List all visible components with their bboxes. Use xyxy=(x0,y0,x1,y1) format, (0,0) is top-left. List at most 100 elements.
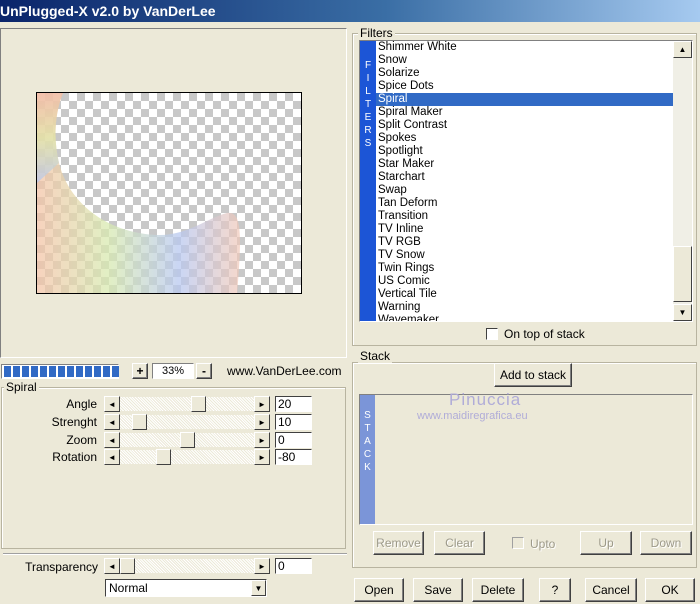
transparency-slider-track[interactable] xyxy=(120,558,254,574)
on-top-label[interactable]: On top of stack xyxy=(504,327,585,341)
ok-button[interactable]: OK xyxy=(645,578,695,602)
transparency-left-arrow-icon[interactable]: ◄ xyxy=(104,558,120,574)
open-button[interactable]: Open xyxy=(354,578,404,602)
filter-list-item[interactable]: Swap xyxy=(376,184,673,197)
rotation-left-arrow-icon[interactable]: ◄ xyxy=(104,449,120,465)
angle-right-arrow-icon[interactable]: ► xyxy=(254,396,270,412)
strenght-right-arrow-icon[interactable]: ► xyxy=(254,414,270,430)
filter-list-item[interactable]: Spice Dots xyxy=(376,80,673,93)
strenght-left-arrow-icon[interactable]: ◄ xyxy=(104,414,120,430)
zoom-plus-button[interactable]: + xyxy=(132,363,148,379)
filter-list-item[interactable]: Twin Rings xyxy=(376,262,673,275)
strenght-slider-track[interactable] xyxy=(120,414,254,430)
angle-slider-track[interactable] xyxy=(120,396,254,412)
filters-vertical-letter: S xyxy=(364,138,372,149)
filter-list-item[interactable]: Warning xyxy=(376,301,673,314)
progress-segment xyxy=(103,366,110,377)
save-button[interactable]: Save xyxy=(413,578,463,602)
transparency-value[interactable]: 0 xyxy=(275,558,312,574)
up-label: Up xyxy=(598,536,614,550)
zoom-slider-track[interactable] xyxy=(120,432,254,448)
watermark-url: www.maidiregrafica.eu xyxy=(417,410,528,422)
filter-list-item[interactable]: Spotlight xyxy=(376,145,673,158)
zoom-slider-thumb[interactable] xyxy=(180,432,195,448)
delete-button[interactable]: Delete xyxy=(472,578,524,602)
zoom-field[interactable]: 33% xyxy=(152,363,194,379)
filter-list-item[interactable]: Vertical Tile xyxy=(376,288,673,301)
stack-group-label: Stack xyxy=(358,349,393,363)
delete-label: Delete xyxy=(480,583,516,597)
filter-list-item[interactable]: Spokes xyxy=(376,132,673,145)
cancel-label: Cancel xyxy=(592,583,630,597)
zoom-right-arrow-icon[interactable]: ► xyxy=(254,432,270,448)
stack-vertical-letter: K xyxy=(364,462,371,473)
filters-list[interactable]: Shimmer White Snow Solarize Spice Dots Spira… xyxy=(376,41,673,321)
upto-label: Upto xyxy=(530,537,556,551)
transparency-label: Transparency xyxy=(25,560,98,574)
progress-fill xyxy=(4,366,119,380)
blend-mode-select[interactable]: Normal ▼ xyxy=(105,579,267,597)
website-link[interactable]: www.VanDerLee.com xyxy=(227,364,342,378)
filter-list-item[interactable]: TV RGB xyxy=(376,236,673,249)
progress-segment xyxy=(58,366,65,377)
down-button[interactable]: Down xyxy=(640,531,692,555)
zoom-value-field[interactable]: 0 xyxy=(275,432,312,448)
filter-list-item[interactable]: Spiral xyxy=(376,93,673,106)
remove-button[interactable]: Remove xyxy=(373,531,424,555)
filter-list-item[interactable]: Snow xyxy=(376,54,673,67)
scroll-up-icon[interactable]: ▲ xyxy=(673,41,692,58)
filters-vertical-label: FILTERS xyxy=(360,59,376,150)
transparency-slider-thumb[interactable] xyxy=(120,558,135,574)
down-label: Down xyxy=(650,536,682,550)
watermark-title: Pinuccia xyxy=(449,390,522,409)
transparency-right-arrow-icon[interactable]: ► xyxy=(254,558,270,574)
scroll-thumb[interactable] xyxy=(673,246,692,302)
filter-list-item[interactable]: TV Inline xyxy=(376,223,673,236)
add-to-stack-label: Add to stack xyxy=(499,368,567,382)
upto-checkbox[interactable] xyxy=(512,537,524,549)
filter-list-item[interactable]: US Comic xyxy=(376,275,673,288)
filter-list-item[interactable]: Transition xyxy=(376,210,673,223)
filter-list-item[interactable]: Split Contrast xyxy=(376,119,673,132)
cancel-button[interactable]: Cancel xyxy=(585,578,637,602)
help-button[interactable]: ? xyxy=(539,578,571,602)
zoom-left-arrow-icon[interactable]: ◄ xyxy=(104,432,120,448)
angle-value-field[interactable]: 20 xyxy=(275,396,312,412)
up-button[interactable]: Up xyxy=(580,531,632,555)
rotation-label: Rotation xyxy=(52,450,97,464)
spiral-preview-image xyxy=(37,93,240,293)
progress-bar xyxy=(1,364,119,379)
on-top-checkbox[interactable] xyxy=(486,328,498,340)
separator-line xyxy=(3,553,347,555)
strenght-slider-thumb[interactable] xyxy=(132,414,147,430)
zoom-plus-label: + xyxy=(136,364,144,378)
add-to-stack-button[interactable]: Add to stack xyxy=(494,363,572,387)
zoom-minus-button[interactable]: - xyxy=(196,363,212,379)
filters-vertical-letter: E xyxy=(364,112,372,123)
filter-list-item[interactable]: Wavemaker xyxy=(376,314,673,321)
filter-list-item[interactable]: Shimmer White xyxy=(376,41,673,54)
dropdown-arrow-icon[interactable]: ▼ xyxy=(251,580,266,596)
strenght-value-field[interactable]: 10 xyxy=(275,414,312,430)
filter-list-item[interactable]: Spiral Maker xyxy=(376,106,673,119)
filters-scrollbar[interactable]: ▲ ▼ xyxy=(673,41,692,321)
filter-list-item[interactable]: TV Snow xyxy=(376,249,673,262)
progress-segment xyxy=(67,366,74,377)
clear-button[interactable]: Clear xyxy=(434,531,485,555)
stack-vertical-letter: C xyxy=(363,449,372,460)
angle-slider-thumb[interactable] xyxy=(191,396,206,412)
filter-list-item[interactable]: Star Maker xyxy=(376,158,673,171)
rotation-slider-track[interactable] xyxy=(120,449,254,465)
preview-canvas[interactable] xyxy=(36,92,302,294)
angle-left-arrow-icon[interactable]: ◄ xyxy=(104,396,120,412)
filter-list-item[interactable]: Starchart xyxy=(376,171,673,184)
rotation-value-field[interactable]: -80 xyxy=(275,449,312,465)
zoom-value: 33% xyxy=(161,365,185,377)
progress-segment xyxy=(112,366,119,377)
scroll-down-icon[interactable]: ▼ xyxy=(673,304,692,321)
filter-list-item[interactable]: Solarize xyxy=(376,67,673,80)
rotation-slider-thumb[interactable] xyxy=(156,449,171,465)
rotation-right-arrow-icon[interactable]: ► xyxy=(254,449,270,465)
filter-list-item[interactable]: Tan Deform xyxy=(376,197,673,210)
window-title-bar[interactable]: UnPlugged-X v2.0 by VanDerLee xyxy=(0,0,700,22)
